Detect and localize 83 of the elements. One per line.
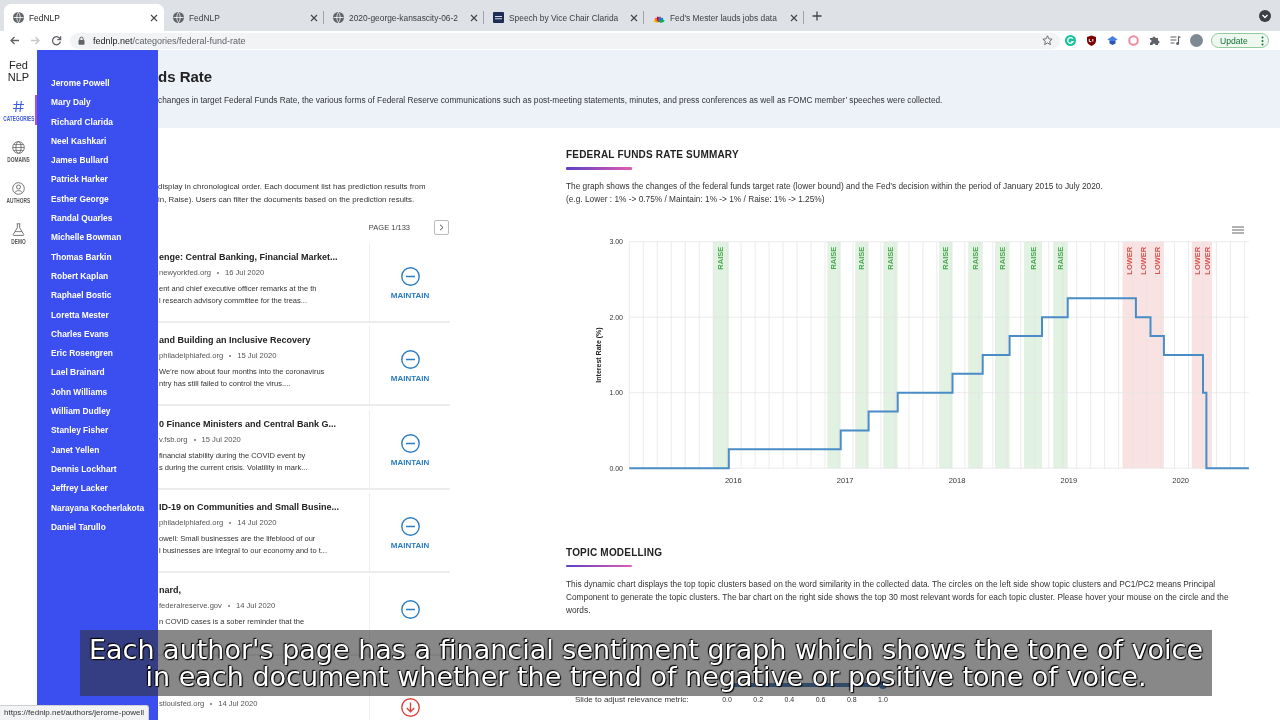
author-link[interactable]: Raphael Bostic [51, 286, 112, 306]
close-icon[interactable] [150, 13, 158, 22]
author-link[interactable]: Charles Evans [51, 324, 109, 345]
author-link[interactable]: John Williams [51, 382, 108, 403]
hash-icon [12, 100, 25, 113]
page-title: ds Rate [158, 67, 213, 87]
document-title[interactable]: ID-19 on Communities and Small Busine... [159, 500, 340, 513]
status-url: https://fednlp.net/authors/jerome-powell [0, 705, 150, 720]
cap-icon[interactable] [1107, 35, 1118, 46]
app-logo[interactable]: Fed NLP [7, 59, 30, 83]
heading-underline [566, 564, 632, 567]
prediction-label: MAINTAIN [390, 374, 430, 385]
minus-circle-icon [400, 350, 420, 370]
lock-icon [78, 36, 85, 45]
globe-icon [12, 141, 25, 154]
author-link[interactable]: Jeffrey Lacker [51, 479, 108, 499]
avatar-icon[interactable] [1190, 34, 1203, 47]
playlist-icon[interactable] [1170, 35, 1181, 46]
author-link[interactable]: Mary Daly [51, 93, 91, 113]
author-link[interactable]: Patrick Harker [51, 170, 108, 190]
author-link[interactable]: Dennis Lockhart [51, 459, 117, 480]
browser-tab[interactable]: Fed's Mester lauds jobs data [644, 4, 804, 31]
close-icon[interactable] [470, 13, 478, 22]
heading-underline [566, 167, 632, 170]
minus-circle-icon [400, 516, 420, 536]
page-description: changes in target Federal Funds Rate, the various forms of Federal Reserve communications such as post-meeting statements, minutes, and press conferences as well as FOMC member’ speeches were collected. [158, 95, 943, 105]
arrow-down-circle-icon [400, 698, 420, 717]
author-link[interactable]: Lael Brainard [51, 363, 105, 383]
author-link[interactable]: Daniel Tarullo [51, 517, 106, 538]
puzzle-icon[interactable] [1149, 35, 1160, 46]
close-icon[interactable] [790, 13, 798, 22]
author-link[interactable]: Eric Rosengren [51, 344, 113, 364]
browser-tab[interactable]: 2020-george-kansascity-06-2 [324, 4, 484, 31]
globe-icon [333, 12, 344, 23]
author-link[interactable]: Jerome Powell [51, 74, 110, 94]
author-link[interactable]: Janet Yellen [51, 440, 100, 460]
prediction-label: MAINTAIN [390, 540, 430, 551]
user-icon [12, 182, 25, 195]
globe-icon [173, 12, 184, 23]
author-link[interactable]: Randal Quarles [51, 209, 113, 229]
browser-tab[interactable]: FedNLP [164, 4, 324, 31]
author-link[interactable]: Michelle Bowman [51, 228, 122, 248]
chevron-right-icon [439, 223, 444, 231]
section-heading: FEDERAL FUNDS RATE SUMMARY [566, 148, 739, 162]
close-icon[interactable] [310, 13, 318, 22]
author-link[interactable]: Esther George [51, 189, 109, 210]
prediction-label: MAINTAIN [390, 291, 430, 301]
author-link[interactable]: Narayana Kocherlakota [51, 498, 145, 518]
more-icon [1261, 35, 1264, 46]
plus-icon[interactable] [812, 10, 822, 21]
author-link[interactable]: Richard Clarida [51, 112, 113, 132]
update-button[interactable]: Update [1211, 33, 1269, 48]
flask-icon [12, 223, 25, 236]
back-icon[interactable] [9, 35, 20, 46]
slider-label: Slide to adjust relevance metric: [575, 695, 690, 705]
address-bar[interactable]: fednlp.net/categories/federal-fund-rate [70, 32, 1060, 49]
chart-description: The graph shows the changes of the federal funds target rate (lower bound) and the Fed’s decision within the period of January 2015 to July 2020. (e.g. Lower : 1% -> 0.75% / Maintain: 1% -> 1% / Raise: 1% -> 1.25%) [566, 179, 1103, 206]
globe-icon [13, 12, 24, 23]
square-logo-icon [493, 12, 504, 23]
shield-icon[interactable] [1086, 35, 1097, 46]
author-link[interactable]: Neel Kashkari [51, 131, 107, 152]
author-link[interactable]: James Bullard [51, 151, 109, 171]
reload-icon[interactable] [51, 35, 62, 46]
author-link[interactable]: Robert Kaplan [51, 266, 109, 287]
document-title[interactable]: enge: Central Banking, Financial Market... [159, 251, 338, 263]
author-link[interactable]: Loretta Mester [51, 305, 109, 325]
browser-tab[interactable]: FedNLP [4, 4, 164, 31]
document-title[interactable]: nard, [159, 584, 181, 597]
close-icon[interactable] [630, 13, 638, 22]
browser-tab[interactable]: Speech by Vice Chair Clarida [484, 4, 644, 31]
minus-circle-icon [400, 267, 420, 286]
document-title[interactable]: 0 Finance Ministers and Central Bank G... [159, 417, 337, 430]
author-link[interactable]: Thomas Barkin [51, 247, 112, 267]
minus-circle-icon [400, 600, 420, 620]
section-heading: TOPIC MODELLING [566, 545, 663, 560]
dropdown-icon[interactable] [1259, 9, 1271, 22]
minus-circle-icon [400, 433, 420, 453]
prediction-label: MAINTAIN [390, 457, 430, 468]
star-icon[interactable] [1042, 35, 1053, 46]
document-title[interactable]: and Building an Inclusive Recovery [159, 334, 311, 347]
author-link[interactable]: William Dudley [51, 402, 111, 422]
author-link[interactable]: Stanley Fisher [51, 421, 109, 441]
section-description: This dynamic chart displays the top topic clusters based on the word similarity in the collected data. The circles on the left side show topic clusters and PC1/PC2 means Principal Component to generate the topic clusters. The bar chart on the right side shows the top 30 most relevant words for each topic cluster. Please hover your mouse on the circle and the words. [566, 578, 1230, 617]
